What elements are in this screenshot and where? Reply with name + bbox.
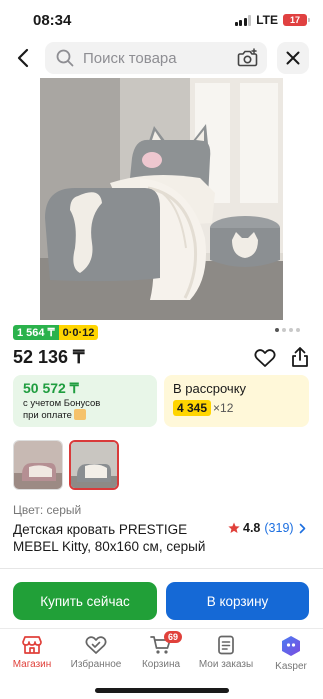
network-label: LTE [256,13,278,27]
camera-search-icon[interactable] [237,48,259,68]
back-button[interactable] [14,47,34,69]
favorite-button[interactable] [254,348,276,373]
tab-shop[interactable]: Магазин [0,635,64,670]
tab-label: Избранное [70,659,122,670]
tab-label: Магазин [12,659,52,670]
bonus-caption-line1: с учетом Бонусов [23,398,101,409]
cart-count-badge: 69 [164,631,183,643]
pagination-dot [296,328,300,332]
close-icon [286,51,300,65]
bonus-caption-line2: при оплате [23,410,72,422]
status-bar: 08:34 LTE 17 [0,0,323,40]
status-indicators: LTE 17 [234,13,310,27]
orders-icon [218,635,234,655]
buy-now-button[interactable]: Купить сейчас [13,582,157,620]
product-image[interactable] [40,78,283,320]
product-photo [40,78,283,320]
pagination-dot [282,328,286,332]
kasper-icon [282,636,300,656]
credit-badge-green: 1 564 ₸ [13,325,59,340]
tab-cart[interactable]: 69 Корзина [129,631,193,670]
chevron-right-icon [299,523,305,533]
share-button[interactable] [290,346,310,373]
battery-icon: 17 [283,14,310,26]
search-input[interactable]: Поиск товара [45,42,267,74]
installment-row: 4 345 ×12 [173,400,300,416]
pagination-dot [275,328,279,332]
tab-label: Kasper [275,661,307,672]
divider [0,568,323,569]
tab-label: Мои заказы [198,659,254,670]
battery-level: 17 [289,15,300,25]
chevron-left-icon [17,48,29,68]
star-icon [228,522,240,533]
credit-badge-yellow: 0·0·12 [58,325,99,340]
credit-badges: 1 564 ₸ 0·0·12 [13,325,99,340]
installment-amount: 4 345 [173,400,212,416]
bonus-card[interactable]: 50 572 ₸ с учетом Бонусов при оплате [13,375,157,427]
pagination-dot [289,328,293,332]
installment-term: ×12 [213,401,234,415]
home-indicator [95,688,229,693]
thumbnail-image [71,442,117,488]
bonus-coin-icon [73,409,86,420]
rating-value: 4.8 [243,521,261,535]
tab-kasper[interactable]: Kasper [259,635,323,672]
search-icon [56,49,74,67]
color-thumbnail[interactable] [13,440,63,490]
installment-card[interactable]: В рассрочку 4 345 ×12 [164,375,309,427]
search-header: Поиск товара [0,41,323,75]
signal-icon [234,14,252,26]
thumbnail-image [14,441,62,489]
tab-bar: Магазин Избранное 69 Корзина Мои заказы … [0,628,323,676]
tab-orders[interactable]: Мои заказы [194,635,258,670]
close-button[interactable] [277,42,309,74]
product-price: 52 136 ₸ [13,347,85,367]
search-placeholder: Поиск товара [83,50,177,67]
color-label: Цвет: серый [13,503,82,517]
bonus-caption: с учетом Бонусов при оплате [23,398,147,422]
color-thumbnail-selected[interactable] [69,440,119,490]
bonus-amount: 50 572 ₸ [23,380,79,396]
gallery-pagination [275,328,300,332]
tab-favorites[interactable]: Избранное [64,635,128,670]
heart-check-icon [85,636,107,654]
rating-link[interactable]: 4.8 (319) [228,521,306,535]
add-to-cart-button[interactable]: В корзину [166,582,309,620]
tab-label: Корзина [141,659,181,670]
rating-count: (319) [264,521,294,535]
product-title: Детская кровать PRESTIGE MEBEL Kitty, 80… [13,522,206,554]
status-time: 08:34 [33,12,72,29]
heart-icon [254,349,276,367]
installment-title: В рассрочку [173,381,247,396]
shop-icon [22,636,42,654]
share-icon [292,347,308,367]
